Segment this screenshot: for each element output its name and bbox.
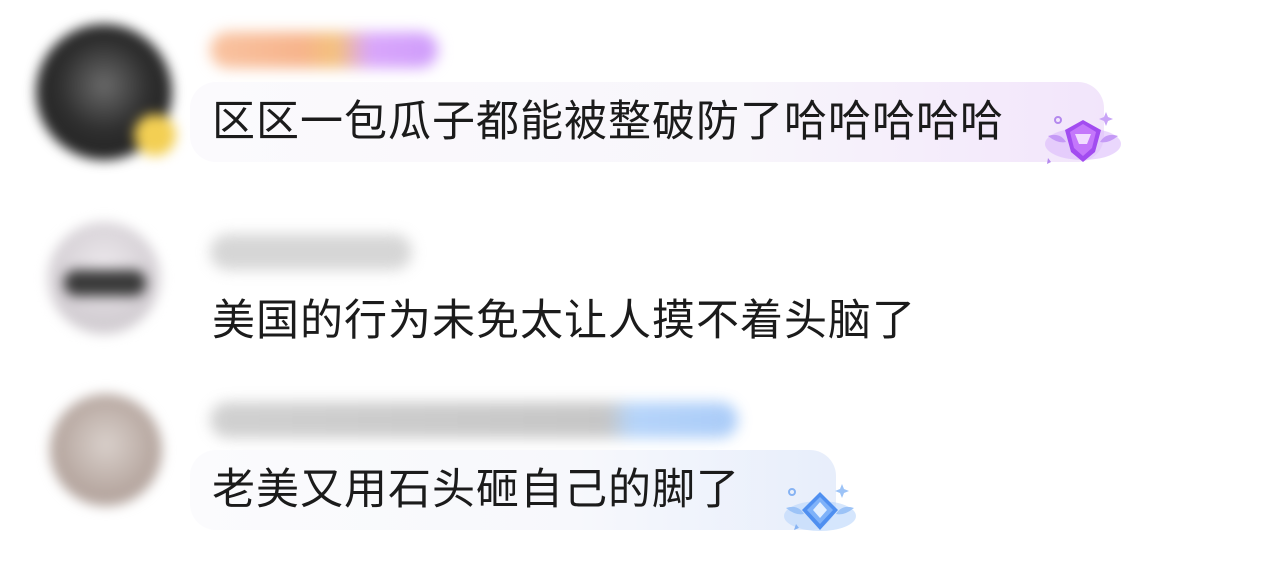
comment-item: 区区一包瓜子都能被整破防了哈哈哈哈哈 bbox=[0, 0, 1284, 190]
blue-diamond-gem-icon bbox=[784, 484, 856, 531]
comment-item: 老美又用石头砸自己的脚了 bbox=[0, 370, 1284, 561]
username[interactable] bbox=[210, 234, 412, 270]
purple-diamond-gem-icon bbox=[1045, 112, 1121, 164]
comment-item: 美国的行为未免太让人摸不着头脑了 bbox=[0, 190, 1284, 360]
avatar[interactable] bbox=[50, 394, 162, 506]
avatar[interactable] bbox=[36, 24, 176, 160]
comment-text: 老美又用石头砸自己的脚了 bbox=[212, 465, 740, 515]
username[interactable] bbox=[210, 402, 738, 438]
avatar[interactable] bbox=[48, 222, 160, 334]
comment-text: 美国的行为未免太让人摸不着头脑了 bbox=[212, 296, 916, 346]
vip-badge-icon bbox=[134, 114, 176, 156]
username[interactable] bbox=[210, 32, 438, 68]
comment-text: 区区一包瓜子都能被整破防了哈哈哈哈哈 bbox=[212, 97, 1004, 147]
avatar-sunglasses-icon bbox=[64, 270, 146, 296]
